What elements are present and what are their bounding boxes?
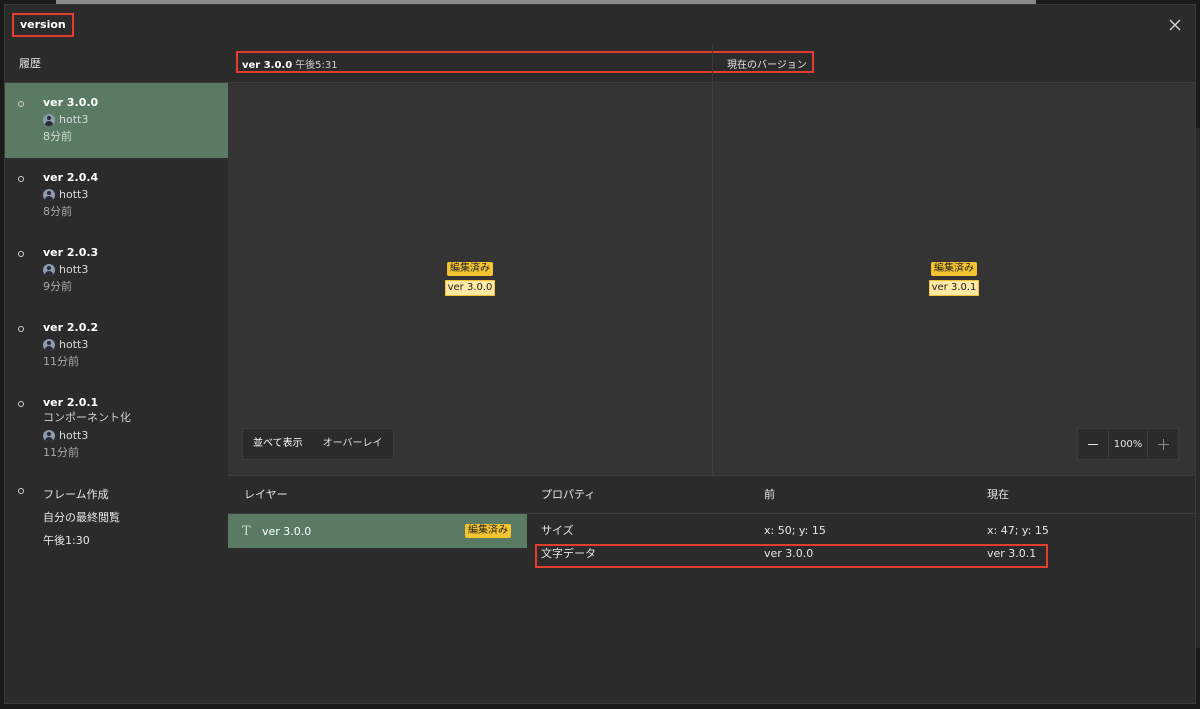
history-user: hott3 — [43, 336, 228, 353]
selected-version: ver 3.0.0 — [242, 60, 293, 71]
history-time: 11分前 — [43, 446, 79, 459]
properties-panel: プロパティ 前 現在 サイズ x: 50; y: 15 x: 47; y: 15… — [527, 475, 1195, 703]
text-layer-icon: T — [242, 523, 251, 539]
avatar-icon — [43, 338, 55, 351]
selected-version-label: ver 3.0.0 午後5:31 — [242, 56, 338, 71]
view-mode-toggle: 並べて表示 オーバーレイ — [242, 428, 394, 460]
properties-header: プロパティ 前 現在 — [527, 476, 1195, 514]
property-before: ver 3.0.0 — [764, 547, 814, 560]
history-item-ver-3-0-0[interactable]: ver 3.0.0 hott3 8分前 — [5, 83, 228, 158]
version-modal: version 履歴 ver 3.0.0 hott3 8分前 ver 2.0.4 — [4, 4, 1196, 704]
compare-panel: ver 3.0.0 午後5:31 現在のバージョン 編集済み ver 3.0.0 … — [228, 45, 1195, 475]
last-viewed-label: 自分の最終閲覧 — [43, 511, 120, 524]
current-version-label: 現在のバージョン — [727, 60, 807, 71]
property-name: サイズ — [541, 524, 574, 537]
history-time: 9分前 — [43, 280, 72, 293]
history-version: ver 3.0.0 — [43, 96, 99, 109]
history-version: ver 2.0.2 — [43, 321, 99, 334]
zoom-control: 100% — [1077, 428, 1179, 460]
history-description: コンポーネント化 — [43, 411, 131, 424]
col-current: 現在 — [987, 488, 1009, 501]
edited-badge: 編集済み — [465, 524, 511, 538]
history-user: hott3 — [43, 261, 228, 278]
compare-header: ver 3.0.0 午後5:31 現在のバージョン — [228, 45, 1195, 83]
edited-badge: 編集済み — [447, 261, 493, 276]
history-version: ver 2.0.4 — [43, 171, 99, 184]
history-user-name: hott3 — [59, 429, 89, 442]
col-property: プロパティ — [541, 488, 596, 501]
property-row-text: 文字データ ver 3.0.0 ver 3.0.1 — [527, 544, 1195, 571]
history-time: 11分前 — [43, 355, 79, 368]
property-row-size: サイズ x: 50; y: 15 x: 47; y: 15 — [527, 517, 1195, 544]
layers-header: レイヤー — [228, 476, 527, 514]
zoom-level: 100% — [1108, 429, 1148, 459]
frame-time: 午後1:30 — [43, 534, 90, 547]
layer-name: ver 3.0.0 — [262, 524, 312, 538]
history-time: 8分前 — [43, 205, 72, 218]
history-list: ver 3.0.0 hott3 8分前 ver 2.0.4 hott3 8分前 … — [5, 83, 228, 552]
timeline-dot-icon — [18, 176, 24, 182]
history-item-ver-2-0-2[interactable]: ver 2.0.2 hott3 11分前 — [5, 308, 228, 383]
preview-text-before[interactable]: ver 3.0.0 — [444, 279, 496, 296]
zoom-out-button[interactable] — [1078, 429, 1108, 459]
frame-title: フレーム作成 — [43, 488, 109, 501]
history-sidebar: 履歴 ver 3.0.0 hott3 8分前 ver 2.0.4 hott3 8… — [5, 45, 229, 703]
history-user-name: hott3 — [59, 188, 89, 201]
preview-text-current[interactable]: ver 3.0.1 — [928, 279, 980, 296]
property-before: x: 50; y: 15 — [764, 524, 826, 537]
col-before: 前 — [764, 488, 775, 501]
header-divider — [712, 45, 713, 82]
history-version: ver 2.0.3 — [43, 246, 99, 259]
history-user-name: hott3 — [59, 338, 89, 351]
history-user: hott3 — [43, 186, 228, 203]
history-item-frame-created[interactable]: フレーム作成 自分の最終閲覧 午後1:30 — [5, 473, 228, 552]
preview-before: 編集済み ver 3.0.0 — [228, 82, 712, 475]
timeline-dot-icon — [18, 488, 24, 494]
zoom-in-button[interactable] — [1148, 429, 1178, 459]
avatar-icon — [43, 263, 55, 276]
property-current: x: 47; y: 15 — [987, 524, 1049, 537]
history-item-ver-2-0-4[interactable]: ver 2.0.4 hott3 8分前 — [5, 158, 228, 233]
property-name: 文字データ — [541, 547, 596, 560]
history-user: hott3 — [43, 111, 228, 128]
history-item-ver-2-0-1[interactable]: ver 2.0.1 コンポーネント化 hott3 11分前 — [5, 383, 228, 473]
timeline-dot-icon — [18, 101, 24, 107]
avatar-icon — [43, 113, 55, 126]
timeline-dot-icon — [18, 251, 24, 257]
history-header: 履歴 — [5, 45, 228, 83]
avatar-icon — [43, 429, 55, 442]
layers-panel: レイヤー T ver 3.0.0 編集済み — [228, 475, 528, 703]
modal-header: version — [5, 5, 1195, 46]
history-user-name: hott3 — [59, 263, 89, 276]
modal-title: version — [12, 13, 74, 37]
property-current: ver 3.0.1 — [987, 547, 1037, 560]
timeline-dot-icon — [18, 401, 24, 407]
history-time: 8分前 — [43, 130, 72, 143]
selected-version-time: 午後5:31 — [295, 60, 338, 71]
avatar-icon — [43, 188, 55, 201]
history-version: ver 2.0.1 — [43, 396, 99, 409]
close-icon[interactable] — [1167, 17, 1183, 33]
view-overlay-button[interactable]: オーバーレイ — [313, 429, 393, 459]
history-item-ver-2-0-3[interactable]: ver 2.0.3 hott3 9分前 — [5, 233, 228, 308]
history-user-name: hott3 — [59, 113, 89, 126]
edited-badge: 編集済み — [931, 261, 977, 276]
history-user: hott3 — [43, 427, 228, 444]
layer-row[interactable]: T ver 3.0.0 編集済み — [228, 514, 527, 548]
timeline-dot-icon — [18, 326, 24, 332]
view-side-by-side-button[interactable]: 並べて表示 — [243, 429, 313, 459]
preview-current: 編集済み ver 3.0.1 — [713, 82, 1195, 475]
